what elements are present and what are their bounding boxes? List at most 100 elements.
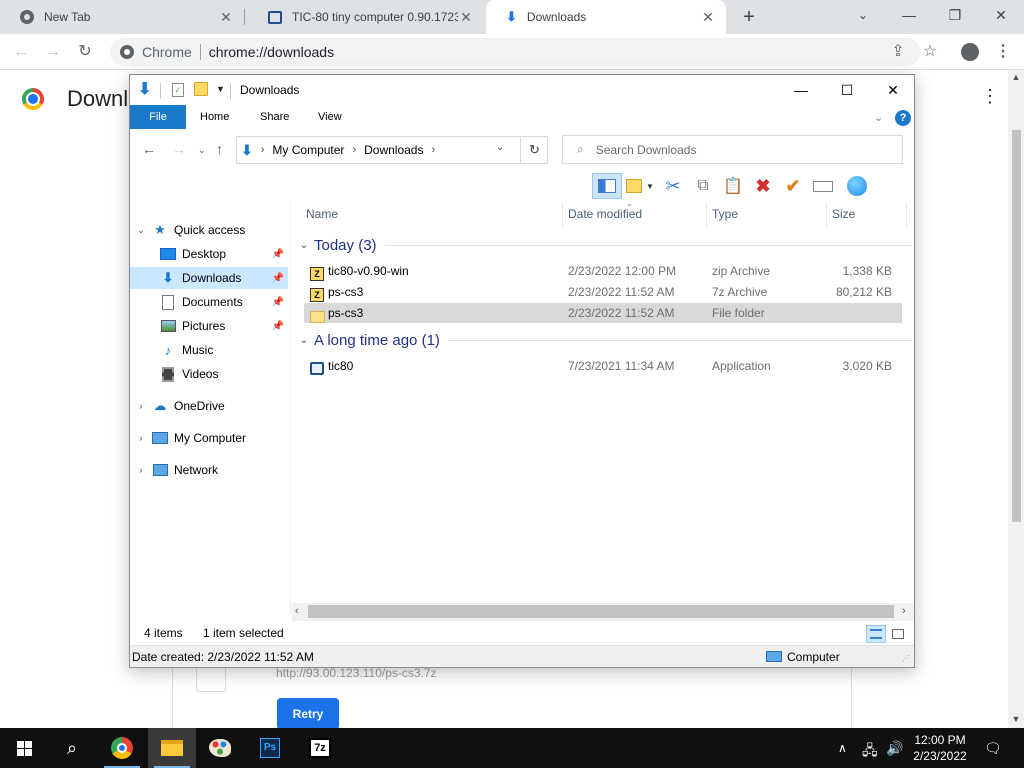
explorer-title-bar[interactable]: ⬇ ✓ ▼ Downloads — ☐ ✕ — [130, 75, 914, 105]
close-icon[interactable]: ✕ — [218, 9, 234, 26]
minimize-icon[interactable]: — — [778, 75, 824, 105]
page-scrollbar-thumb[interactable] — [1012, 130, 1021, 522]
nav-videos[interactable]: Videos — [130, 363, 288, 385]
collapsed-chevron-icon[interactable]: › — [136, 433, 146, 443]
tab-new-tab[interactable]: New Tab ✕ — [0, 0, 244, 34]
paste-icon[interactable]: 📋 — [718, 173, 748, 199]
reload-icon[interactable]: ↻ — [72, 39, 98, 65]
column-header-type[interactable]: Type — [712, 207, 738, 221]
pane-splitter[interactable] — [290, 201, 291, 615]
nav-quick-access[interactable]: ⌄ ★ Quick access — [130, 219, 288, 241]
column-divider[interactable] — [562, 203, 563, 227]
expand-ribbon-icon[interactable]: ⌄ — [874, 111, 883, 124]
taskbar-7zip[interactable]: 7z — [296, 728, 344, 768]
column-divider[interactable] — [706, 203, 707, 227]
expanded-chevron-icon[interactable]: ⌄ — [296, 240, 312, 251]
taskbar-chrome[interactable] — [98, 728, 146, 768]
close-icon[interactable]: ✕ — [700, 9, 716, 26]
new-item-icon[interactable]: ▼ — [622, 173, 658, 199]
checkmark-icon[interactable]: ✔ — [778, 173, 808, 199]
nav-downloads[interactable]: ⬇ Downloads 📌 — [130, 267, 288, 289]
forward-icon[interactable]: → — [40, 39, 66, 65]
ribbon-tab-share[interactable]: Share — [248, 105, 301, 129]
rename-icon[interactable] — [808, 173, 838, 199]
column-header-name[interactable]: Name — [306, 207, 338, 221]
close-window-icon[interactable]: ✕ — [870, 75, 916, 105]
recent-locations-icon[interactable]: ⌄ — [198, 145, 206, 156]
copy-icon[interactable]: ⧉ — [688, 173, 718, 199]
restore-icon[interactable]: ❐ — [932, 0, 978, 34]
forward-icon[interactable]: → — [172, 141, 186, 157]
omnibox[interactable]: Chrome chrome://downloads — [110, 38, 920, 66]
scroll-left-icon[interactable]: ‹ — [295, 605, 299, 617]
file-row[interactable]: Z ps-cs3 2/23/2022 11:52 AM 7z Archive 8… — [304, 282, 902, 302]
expanded-chevron-icon[interactable]: ⌄ — [136, 225, 146, 236]
scroll-down-icon[interactable]: ▼ — [1008, 714, 1024, 724]
tab-search-icon[interactable]: ⌄ — [840, 0, 886, 34]
ribbon-tab-file[interactable]: File — [130, 105, 186, 129]
address-dropdown-icon[interactable]: ⌄ — [496, 142, 504, 153]
maximize-icon[interactable]: ☐ — [824, 75, 870, 105]
properties-icon[interactable]: ✓ — [172, 82, 184, 97]
file-row-selected[interactable]: ps-cs3 2/23/2022 11:52 AM File folder — [304, 303, 902, 323]
large-icons-view-icon[interactable] — [888, 625, 908, 643]
collapsed-chevron-icon[interactable]: › — [136, 465, 146, 475]
new-folder-icon[interactable] — [194, 82, 208, 99]
navigation-pane-icon[interactable] — [592, 173, 622, 199]
collapsed-chevron-icon[interactable]: › — [136, 401, 146, 411]
nav-music[interactable]: ♪ Music — [130, 339, 288, 361]
network-status-icon[interactable]: 🖧 — [862, 740, 878, 764]
breadcrumb-chevron-icon[interactable]: › — [352, 144, 356, 156]
delete-icon[interactable]: ✖ — [748, 173, 778, 199]
minimize-icon[interactable]: — — [886, 0, 932, 34]
taskbar-file-explorer[interactable] — [148, 728, 196, 768]
new-tab-button[interactable]: + — [736, 4, 762, 30]
ribbon-tab-view[interactable]: View — [306, 105, 354, 129]
pin-icon[interactable]: 📌 — [272, 297, 284, 308]
column-header-date[interactable]: Date modified — [568, 207, 642, 221]
cut-icon[interactable]: ✂ — [658, 173, 688, 199]
customize-toolbar-icon[interactable]: ▼ — [216, 84, 225, 94]
up-icon[interactable]: ↑ — [216, 141, 223, 157]
pin-icon[interactable]: 📌 — [272, 321, 284, 332]
close-icon[interactable]: ✕ — [458, 9, 474, 26]
details-view-icon[interactable] — [866, 625, 886, 643]
page-menu-icon[interactable]: ⋮ — [980, 86, 1000, 107]
retry-button[interactable]: Retry — [277, 698, 339, 730]
nav-desktop[interactable]: Desktop 📌 — [130, 243, 288, 265]
column-divider[interactable] — [826, 203, 827, 227]
system-clock[interactable]: 12:00 PM 2/23/2022 — [900, 732, 980, 764]
refresh-icon[interactable]: ↻ — [520, 136, 548, 164]
share-icon[interactable]: ⇪ — [885, 39, 911, 65]
column-divider[interactable] — [906, 203, 907, 227]
nav-my-computer[interactable]: › My Computer — [130, 427, 288, 449]
breadcrumb-chevron-icon[interactable]: › — [261, 144, 265, 156]
pin-icon[interactable]: 📌 — [272, 249, 284, 260]
menu-kebab-icon[interactable]: ⋮ — [990, 39, 1016, 65]
bookmark-star-icon[interactable]: ☆ — [917, 39, 943, 65]
search-box[interactable]: ⌕ Search Downloads — [562, 135, 903, 164]
start-button[interactable] — [0, 728, 48, 768]
pin-icon[interactable]: 📌 — [272, 273, 284, 284]
show-hidden-icons-icon[interactable]: ∧ — [838, 741, 847, 755]
taskbar-paint[interactable] — [196, 728, 244, 768]
ribbon-tab-home[interactable]: Home — [188, 105, 241, 129]
breadcrumb-downloads[interactable]: Downloads — [364, 143, 423, 157]
back-icon[interactable]: ← — [142, 141, 156, 157]
close-window-icon[interactable]: ✕ — [978, 0, 1024, 34]
nav-pictures[interactable]: Pictures 📌 — [130, 315, 288, 337]
expanded-chevron-icon[interactable]: ⌄ — [296, 335, 312, 346]
taskbar-photoshop[interactable]: Ps — [246, 728, 294, 768]
scroll-up-icon[interactable]: ▲ — [1008, 72, 1024, 82]
search-button[interactable]: ⌕ — [48, 728, 96, 768]
tab-tic80[interactable]: TIC-80 tiny computer 0.90.1723 ( ✕ — [248, 0, 484, 34]
nav-onedrive[interactable]: › ☁ OneDrive — [130, 395, 288, 417]
file-row[interactable]: tic80 7/23/2021 11:34 AM Application 3,0… — [304, 356, 902, 376]
scroll-right-icon[interactable]: › — [902, 605, 906, 617]
group-header-today[interactable]: ⌄ Today (3) — [296, 235, 912, 255]
horizontal-scrollbar-thumb[interactable] — [308, 605, 894, 618]
file-row[interactable]: Z tic80-v0.90-win 2/23/2022 12:00 PM zip… — [304, 261, 902, 281]
download-url[interactable]: http://93.00.123.110/ps-cs3.7z — [276, 666, 437, 680]
tab-downloads[interactable]: ⬇ Downloads ✕ — [486, 0, 726, 34]
breadcrumb-chevron-icon[interactable]: › — [431, 144, 435, 156]
